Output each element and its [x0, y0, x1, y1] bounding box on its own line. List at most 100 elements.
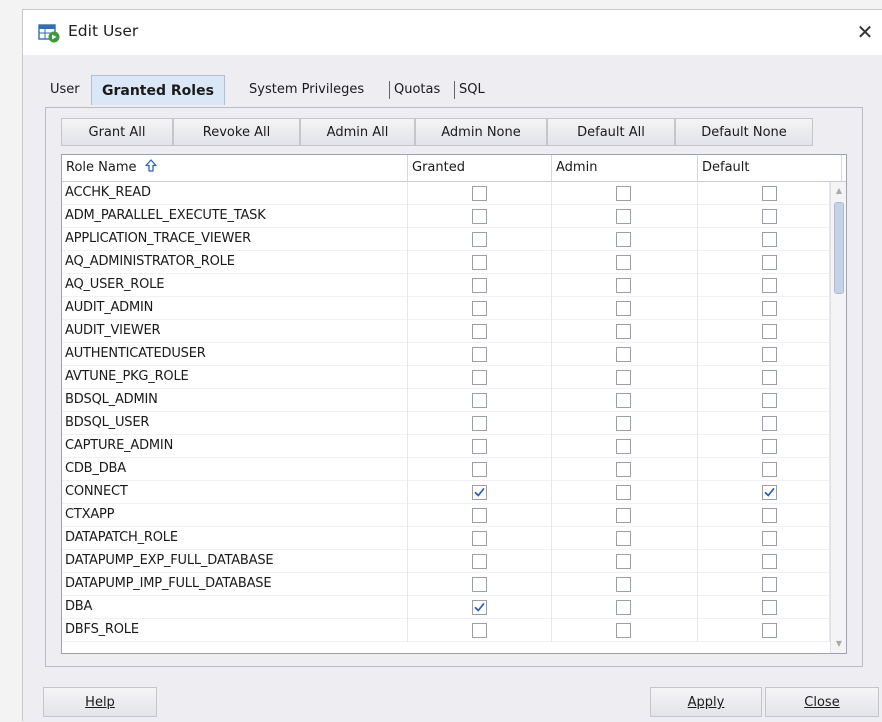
- default-checkbox[interactable]: [762, 347, 777, 362]
- granted-checkbox[interactable]: [472, 416, 487, 431]
- table-row[interactable]: DATAPUMP_IMP_FULL_DATABASE: [62, 573, 830, 596]
- help-button[interactable]: Help: [43, 687, 157, 717]
- admin-checkbox[interactable]: [616, 623, 631, 638]
- default-all-button[interactable]: Default All: [547, 118, 675, 146]
- default-checkbox[interactable]: [762, 485, 777, 500]
- admin-checkbox[interactable]: [616, 485, 631, 500]
- table-row[interactable]: ADM_PARALLEL_EXECUTE_TASK: [62, 205, 830, 228]
- column-header-default[interactable]: Default: [698, 155, 842, 182]
- granted-checkbox[interactable]: [472, 324, 487, 339]
- table-row[interactable]: AVTUNE_PKG_ROLE: [62, 366, 830, 389]
- table-row[interactable]: CAPTURE_ADMIN: [62, 435, 830, 458]
- tab-granted-roles[interactable]: Granted Roles: [91, 75, 225, 105]
- table-row[interactable]: APPLICATION_TRACE_VIEWER: [62, 228, 830, 251]
- granted-checkbox[interactable]: [472, 485, 487, 500]
- table-row[interactable]: CONNECT: [62, 481, 830, 504]
- admin-checkbox[interactable]: [616, 508, 631, 523]
- admin-checkbox[interactable]: [616, 232, 631, 247]
- granted-checkbox[interactable]: [472, 600, 487, 615]
- admin-checkbox[interactable]: [616, 301, 631, 316]
- admin-checkbox[interactable]: [616, 439, 631, 454]
- admin-checkbox[interactable]: [616, 324, 631, 339]
- default-checkbox[interactable]: [762, 301, 777, 316]
- table-row[interactable]: AQ_ADMINISTRATOR_ROLE: [62, 251, 830, 274]
- tab-sql[interactable]: SQL: [459, 75, 485, 105]
- default-none-button[interactable]: Default None: [675, 118, 813, 146]
- table-row[interactable]: AUDIT_VIEWER: [62, 320, 830, 343]
- revoke-all-button[interactable]: Revoke All: [173, 118, 300, 146]
- granted-checkbox[interactable]: [472, 577, 487, 592]
- admin-checkbox[interactable]: [616, 462, 631, 477]
- vertical-scrollbar[interactable]: ▲ ▼: [830, 182, 846, 653]
- granted-checkbox[interactable]: [472, 623, 487, 638]
- scrollbar-thumb[interactable]: [834, 202, 844, 294]
- default-checkbox[interactable]: [762, 577, 777, 592]
- table-row[interactable]: DATAPUMP_EXP_FULL_DATABASE: [62, 550, 830, 573]
- grant-all-button[interactable]: Grant All: [61, 118, 173, 146]
- table-row[interactable]: BDSQL_ADMIN: [62, 389, 830, 412]
- admin-checkbox[interactable]: [616, 600, 631, 615]
- granted-checkbox[interactable]: [472, 508, 487, 523]
- default-checkbox[interactable]: [762, 186, 777, 201]
- column-header-admin[interactable]: Admin: [552, 155, 698, 182]
- granted-checkbox[interactable]: [472, 554, 487, 569]
- table-row[interactable]: AUTHENTICATEDUSER: [62, 343, 830, 366]
- admin-checkbox[interactable]: [616, 255, 631, 270]
- admin-checkbox[interactable]: [616, 209, 631, 224]
- granted-checkbox[interactable]: [472, 462, 487, 477]
- scroll-down-arrow-icon[interactable]: ▼: [834, 639, 844, 649]
- admin-checkbox[interactable]: [616, 531, 631, 546]
- default-checkbox[interactable]: [762, 439, 777, 454]
- table-row[interactable]: CDB_DBA: [62, 458, 830, 481]
- default-checkbox[interactable]: [762, 278, 777, 293]
- admin-none-button[interactable]: Admin None: [415, 118, 547, 146]
- admin-checkbox[interactable]: [616, 370, 631, 385]
- granted-checkbox[interactable]: [472, 370, 487, 385]
- admin-checkbox[interactable]: [616, 416, 631, 431]
- default-checkbox[interactable]: [762, 623, 777, 638]
- granted-checkbox[interactable]: [472, 255, 487, 270]
- close-button[interactable]: Close: [765, 687, 879, 717]
- tab-quotas[interactable]: Quotas: [394, 75, 440, 105]
- admin-checkbox[interactable]: [616, 347, 631, 362]
- default-checkbox[interactable]: [762, 255, 777, 270]
- sort-ascending-icon[interactable]: [144, 157, 157, 183]
- default-checkbox[interactable]: [762, 600, 777, 615]
- admin-all-button[interactable]: Admin All: [300, 118, 415, 146]
- granted-checkbox[interactable]: [472, 232, 487, 247]
- admin-checkbox[interactable]: [616, 577, 631, 592]
- close-window-icon[interactable]: ✕: [853, 18, 877, 46]
- granted-checkbox[interactable]: [472, 531, 487, 546]
- default-checkbox[interactable]: [762, 324, 777, 339]
- table-row[interactable]: DATAPATCH_ROLE: [62, 527, 830, 550]
- default-checkbox[interactable]: [762, 508, 777, 523]
- tab-user[interactable]: User: [50, 75, 80, 105]
- table-row[interactable]: CTXAPP: [62, 504, 830, 527]
- granted-checkbox[interactable]: [472, 209, 487, 224]
- tab-system-privileges[interactable]: System Privileges: [249, 75, 364, 105]
- default-checkbox[interactable]: [762, 209, 777, 224]
- default-checkbox[interactable]: [762, 232, 777, 247]
- table-row[interactable]: AUDIT_ADMIN: [62, 297, 830, 320]
- scroll-up-arrow-icon[interactable]: ▲: [834, 186, 844, 196]
- table-row[interactable]: BDSQL_USER: [62, 412, 830, 435]
- column-header-role-name[interactable]: Role Name: [62, 155, 408, 182]
- column-header-granted[interactable]: Granted: [408, 155, 552, 182]
- table-row[interactable]: DBFS_ROLE: [62, 619, 830, 642]
- granted-checkbox[interactable]: [472, 301, 487, 316]
- admin-checkbox[interactable]: [616, 393, 631, 408]
- admin-checkbox[interactable]: [616, 554, 631, 569]
- apply-button[interactable]: Apply: [650, 687, 762, 717]
- table-row[interactable]: DBA: [62, 596, 830, 619]
- default-checkbox[interactable]: [762, 531, 777, 546]
- table-row[interactable]: ACCHK_READ: [62, 182, 830, 205]
- default-checkbox[interactable]: [762, 462, 777, 477]
- admin-checkbox[interactable]: [616, 278, 631, 293]
- default-checkbox[interactable]: [762, 370, 777, 385]
- default-checkbox[interactable]: [762, 416, 777, 431]
- default-checkbox[interactable]: [762, 554, 777, 569]
- granted-checkbox[interactable]: [472, 393, 487, 408]
- table-row[interactable]: AQ_USER_ROLE: [62, 274, 830, 297]
- granted-checkbox[interactable]: [472, 439, 487, 454]
- admin-checkbox[interactable]: [616, 186, 631, 201]
